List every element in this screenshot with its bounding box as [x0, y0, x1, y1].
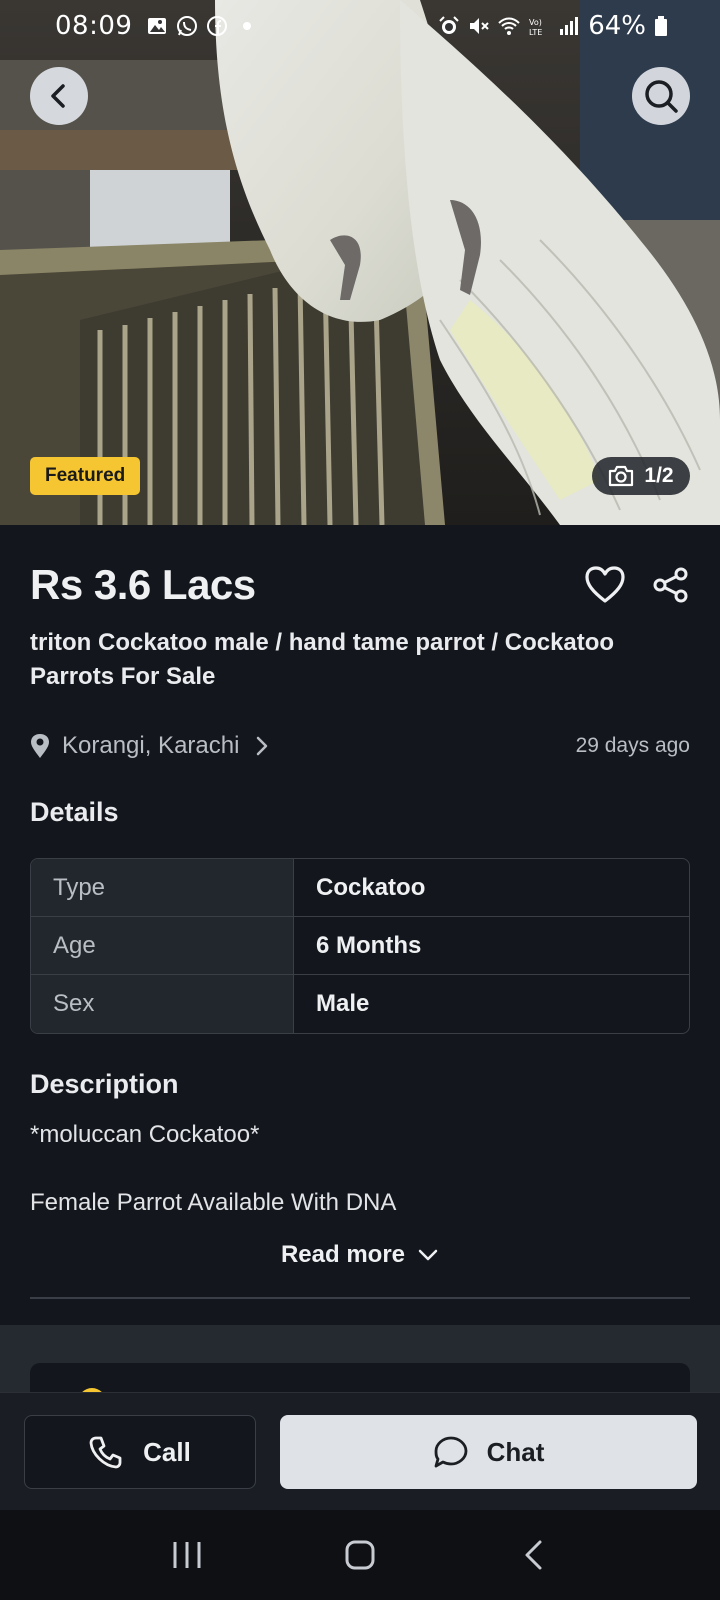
details-key: Sex: [31, 975, 294, 1033]
read-more-label: Read more: [280, 1241, 406, 1268]
chevron-right-icon: [257, 736, 268, 756]
details-value: 6 Months: [316, 931, 422, 959]
back-arrow-icon: [525, 1540, 542, 1570]
location-text[interactable]: Korangi, Karachi: [62, 732, 239, 760]
details-value: Male: [316, 990, 370, 1017]
home-button[interactable]: [330, 1525, 390, 1585]
share-icon[interactable]: [652, 566, 690, 604]
posted-time: 29 days ago: [575, 734, 690, 757]
details-row-age: Age 6 Months: [31, 917, 689, 975]
details-row-sex: Sex Male: [31, 975, 689, 1033]
listing-content: Rs 3.6 Lacs triton Cockatoo male / hand …: [0, 525, 720, 1325]
details-key: Age: [31, 917, 294, 974]
wifi-icon: [498, 17, 520, 35]
recent-apps-icon: [173, 1542, 201, 1568]
facebook-icon: [207, 16, 228, 36]
call-button[interactable]: Call: [24, 1415, 256, 1489]
chevron-left-icon: [51, 84, 65, 108]
divider: [30, 1297, 690, 1299]
volte-icon: Vo)LTE: [529, 18, 542, 37]
chat-bubble-icon: [434, 1436, 468, 1468]
search-icon: [645, 80, 678, 113]
home-icon: [345, 1540, 375, 1570]
cockatoo-photo: [0, 0, 720, 525]
details-key: Type: [31, 859, 294, 916]
details-heading: Details: [30, 797, 119, 827]
details-table: Type Cockatoo Age 6 Months Sex Male: [30, 858, 690, 1034]
image-counter-text: 1/2: [644, 464, 674, 487]
alarm-icon: [439, 16, 459, 34]
status-bar: 08:09 Vo) LTE 64%: [0, 0, 720, 52]
dot-icon: [243, 22, 252, 30]
back-button[interactable]: [30, 67, 88, 125]
search-button[interactable]: [632, 67, 690, 125]
featured-badge: Featured: [30, 457, 141, 495]
mute-icon: [470, 18, 489, 34]
location-pin-icon: [31, 734, 49, 758]
location-row[interactable]: Korangi, Karachi 29 days ago: [30, 726, 690, 766]
svg-text:LTE: LTE: [529, 28, 542, 37]
chevron-down-icon: [418, 1249, 438, 1261]
description-line-2: Female Parrot Available With DNA: [30, 1189, 397, 1216]
svg-text:Vo): Vo): [529, 18, 542, 27]
battery-percent: 64%: [588, 11, 646, 41]
details-row-type: Type Cockatoo: [31, 859, 689, 917]
details-value: Cockatoo: [316, 873, 426, 901]
price: Rs 3.6 Lacs: [30, 561, 256, 608]
battery-icon: [655, 16, 667, 36]
contact-action-bar: Call Chat: [0, 1392, 720, 1510]
read-more-button[interactable]: Read more: [0, 1241, 720, 1269]
camera-icon: [609, 465, 634, 487]
system-nav-bar: [0, 1510, 720, 1600]
image-counter: 1/2: [592, 457, 690, 495]
signal-icon: [560, 17, 579, 35]
chat-label: Chat: [486, 1436, 545, 1467]
whatsapp-icon: [177, 16, 198, 36]
listing-photo[interactable]: 08:09 Vo) LTE 64% Featured 1/2: [0, 0, 720, 525]
status-time: 08:09: [55, 11, 133, 41]
phone-icon: [89, 1436, 122, 1469]
call-label: Call: [143, 1436, 191, 1467]
description-heading: Description: [30, 1069, 179, 1099]
gallery-icon: [148, 18, 167, 34]
back-nav-button[interactable]: [503, 1525, 563, 1585]
heart-icon[interactable]: [584, 565, 626, 605]
recent-apps-button[interactable]: [157, 1525, 217, 1585]
price-row: Rs 3.6 Lacs: [30, 557, 690, 613]
description-line-1: *moluccan Cockatoo*: [30, 1121, 260, 1148]
listing-title: triton Cockatoo male / hand tame parrot …: [30, 629, 615, 690]
chat-button[interactable]: Chat: [280, 1415, 697, 1489]
